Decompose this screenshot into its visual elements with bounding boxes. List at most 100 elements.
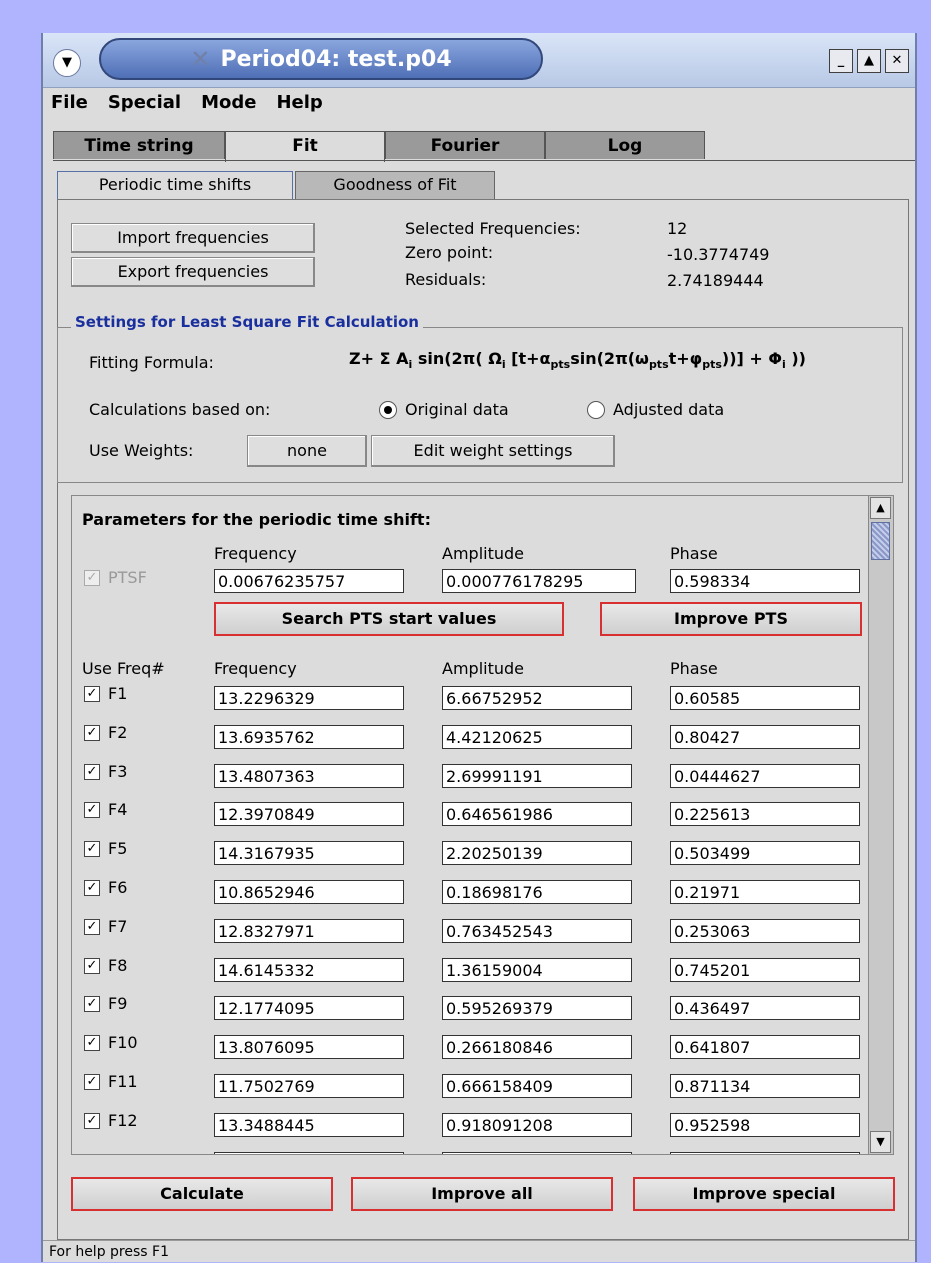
app-window: ▼ ✕ Period04: test.p04 _ ▲ ✕ File Specia…: [41, 33, 917, 1262]
window-menu-button[interactable]: ▼: [53, 49, 81, 77]
cut-off-row-input[interactable]: [670, 1152, 860, 1154]
amplitude-input[interactable]: 4.42120625: [442, 725, 632, 749]
menu-help[interactable]: Help: [266, 88, 332, 118]
ptsf-checkbox[interactable]: ✓: [84, 570, 100, 586]
scroll-up-arrow-icon[interactable]: ▲: [870, 497, 891, 519]
pts-phase-input[interactable]: 0.598334: [670, 569, 860, 593]
scrollbar-thumb[interactable]: [871, 522, 890, 560]
cut-off-row-input[interactable]: [214, 1152, 404, 1154]
amplitude-input[interactable]: 6.66752952: [442, 686, 632, 710]
cut-off-row-checkbox[interactable]: [84, 1154, 100, 1155]
phase-input[interactable]: 0.503499: [670, 841, 860, 865]
status-bar: For help press F1: [43, 1240, 915, 1263]
frequency-input[interactable]: 12.1774095: [214, 996, 404, 1020]
amplitude-input[interactable]: 0.266180846: [442, 1035, 632, 1059]
use-freq-checkbox[interactable]: ✓: [84, 919, 100, 935]
phase-input[interactable]: 0.225613: [670, 802, 860, 826]
pts-heading: Parameters for the periodic time shift:: [82, 510, 431, 529]
improve-special-button[interactable]: Improve special: [633, 1177, 895, 1211]
use-freq-checkbox[interactable]: ✓: [84, 1074, 100, 1090]
improve-all-button[interactable]: Improve all: [351, 1177, 613, 1211]
amplitude-input[interactable]: 0.918091208: [442, 1113, 632, 1137]
vertical-scrollbar[interactable]: ▲ ▼: [868, 496, 893, 1154]
tab-divider: [53, 160, 915, 161]
pts-amplitude-input[interactable]: 0.000776178295: [442, 569, 636, 593]
use-freq-checkbox[interactable]: ✓: [84, 880, 100, 896]
amplitude-input[interactable]: 0.763452543: [442, 919, 632, 943]
frequency-input[interactable]: 12.3970849: [214, 802, 404, 826]
menu-file[interactable]: File: [43, 88, 98, 118]
maximize-button[interactable]: ▲: [857, 49, 881, 73]
amplitude-input[interactable]: 1.36159004: [442, 958, 632, 982]
search-pts-start-values-button[interactable]: Search PTS start values: [214, 602, 564, 636]
phase-input[interactable]: 0.436497: [670, 996, 860, 1020]
pts-frequency-input[interactable]: 0.00676235757: [214, 569, 404, 593]
export-frequencies-button[interactable]: Export frequencies: [71, 257, 315, 287]
improve-pts-button[interactable]: Improve PTS: [600, 602, 862, 636]
tab-log[interactable]: Log: [545, 131, 705, 159]
frequency-input[interactable]: 13.3488445: [214, 1113, 404, 1137]
scroll-down-arrow-icon[interactable]: ▼: [870, 1131, 891, 1153]
minimize-button[interactable]: _: [829, 49, 853, 73]
frequency-input[interactable]: 12.8327971: [214, 919, 404, 943]
frequency-input[interactable]: 13.6935762: [214, 725, 404, 749]
use-freq-checkbox[interactable]: ✓: [84, 686, 100, 702]
use-freq-checkbox[interactable]: ✓: [84, 802, 100, 818]
use-freq-checkbox[interactable]: ✓: [84, 1035, 100, 1051]
phase-input[interactable]: 0.871134: [670, 1074, 860, 1098]
status-text: For help press F1: [49, 1244, 169, 1260]
frequency-input[interactable]: 10.8652946: [214, 880, 404, 904]
radio-adjusted-data[interactable]: [587, 401, 605, 419]
selected-frequencies-value: 12: [667, 219, 688, 238]
close-button[interactable]: ✕: [885, 49, 909, 73]
amplitude-input[interactable]: 2.69991191: [442, 764, 632, 788]
title-bar: ▼ ✕ Period04: test.p04 _ ▲ ✕: [43, 33, 915, 88]
menu-special[interactable]: Special: [98, 88, 191, 118]
calculate-button[interactable]: Calculate: [71, 1177, 333, 1211]
tab-time-string[interactable]: Time string: [53, 131, 225, 159]
edit-weight-settings-button[interactable]: Edit weight settings: [371, 435, 615, 467]
tab-fit[interactable]: Fit: [225, 131, 385, 162]
amplitude-input[interactable]: 0.595269379: [442, 996, 632, 1020]
use-freq-checkbox[interactable]: ✓: [84, 841, 100, 857]
phase-input[interactable]: 0.0444627: [670, 764, 860, 788]
phase-input[interactable]: 0.952598: [670, 1113, 860, 1137]
frequency-input[interactable]: 11.7502769: [214, 1074, 404, 1098]
zero-point-value: -10.3774749: [667, 245, 770, 264]
phase-input[interactable]: 0.21971: [670, 880, 860, 904]
parameters-scroll-area[interactable]: Parameters for the periodic time shift: …: [71, 495, 894, 1155]
use-freq-checkbox[interactable]: ✓: [84, 725, 100, 741]
freq-label: F5: [108, 839, 128, 858]
frequency-input[interactable]: 13.4807363: [214, 764, 404, 788]
radio-original-data[interactable]: [379, 401, 397, 419]
amplitude-input[interactable]: 0.666158409: [442, 1074, 632, 1098]
use-freq-checkbox[interactable]: ✓: [84, 958, 100, 974]
use-freq-checkbox[interactable]: ✓: [84, 1113, 100, 1129]
phase-input[interactable]: 0.80427: [670, 725, 860, 749]
weights-value-button[interactable]: none: [247, 435, 367, 467]
amplitude-input[interactable]: 0.18698176: [442, 880, 632, 904]
frequency-input[interactable]: 13.2296329: [214, 686, 404, 710]
amplitude-input[interactable]: 2.20250139: [442, 841, 632, 865]
frequency-input[interactable]: 14.3167935: [214, 841, 404, 865]
frequency-input[interactable]: 13.8076095: [214, 1035, 404, 1059]
subtab-goodness-of-fit[interactable]: Goodness of Fit: [295, 171, 495, 199]
phase-input[interactable]: 0.253063: [670, 919, 860, 943]
use-freq-checkbox[interactable]: ✓: [84, 764, 100, 780]
phase-input[interactable]: 0.745201: [670, 958, 860, 982]
subtab-periodic-time-shifts[interactable]: Periodic time shifts: [57, 171, 293, 199]
freq-label: F3: [108, 762, 128, 781]
phase-input[interactable]: 0.641807: [670, 1035, 860, 1059]
calculations-based-label: Calculations based on:: [89, 400, 271, 419]
ptsf-label: PTSF: [108, 568, 147, 587]
amplitude-header: Amplitude: [442, 659, 524, 678]
use-freq-checkbox[interactable]: ✓: [84, 996, 100, 1012]
import-frequencies-button[interactable]: Import frequencies: [71, 223, 315, 253]
freq-label: F12: [108, 1111, 138, 1130]
phase-input[interactable]: 0.60585: [670, 686, 860, 710]
menu-mode[interactable]: Mode: [191, 88, 266, 118]
amplitude-input[interactable]: 0.646561986: [442, 802, 632, 826]
frequency-input[interactable]: 14.6145332: [214, 958, 404, 982]
cut-off-row-input[interactable]: [442, 1152, 632, 1154]
tab-fourier[interactable]: Fourier: [385, 131, 545, 159]
